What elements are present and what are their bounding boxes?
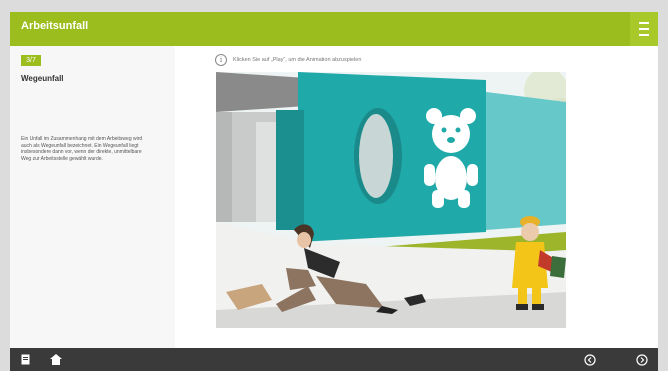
animation-stage[interactable]: [216, 72, 566, 328]
home-icon: [50, 354, 62, 365]
sidebar-panel: 3/7 Wegeunfall Ein Unfall im Zusammenhan…: [10, 46, 175, 348]
section-title: Wegeunfall: [21, 74, 64, 83]
document-button[interactable]: [14, 348, 38, 371]
hint-text: Klicken Sie auf „Play“, um die Animation…: [233, 57, 362, 63]
header-bar: Arbeitsunfall: [10, 12, 658, 46]
home-button[interactable]: [44, 348, 68, 371]
info-icon: i: [215, 54, 227, 66]
page-title: Arbeitsunfall: [21, 20, 89, 32]
document-icon: [21, 354, 30, 365]
menu-button[interactable]: [630, 12, 658, 46]
previous-button[interactable]: [578, 348, 602, 371]
hamburger-menu-icon: [639, 20, 649, 38]
section-description: Ein Unfall im Zusammenhang mit dem Arbei…: [21, 136, 143, 162]
previous-icon: [584, 353, 596, 366]
next-icon: [636, 353, 648, 366]
bottom-toolbar: [10, 348, 658, 371]
course-window: Arbeitsunfall 3/7 Wegeunfall Ein Unfall …: [10, 12, 658, 348]
kindergarten-illustration: [216, 72, 566, 328]
play-hint: i Klicken Sie auf „Play“, um die Animati…: [215, 54, 361, 66]
progress-badge: 3/7: [21, 55, 41, 66]
next-button[interactable]: [630, 348, 654, 371]
